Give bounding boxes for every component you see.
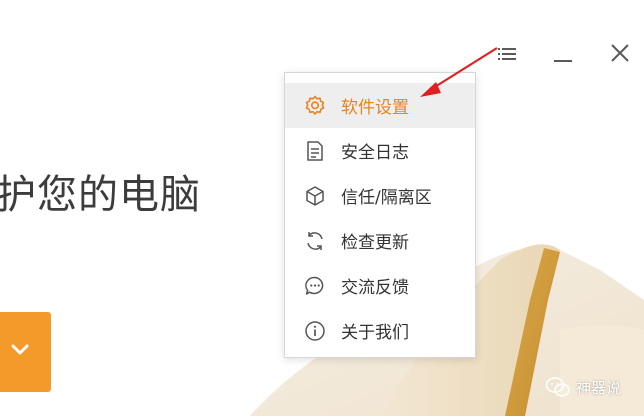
gear-icon xyxy=(303,94,327,118)
menu-list-icon xyxy=(493,40,521,68)
cube-icon xyxy=(303,184,327,208)
close-icon xyxy=(606,40,634,68)
menu-item-label: 安全日志 xyxy=(341,143,409,163)
menu-item-trust-quarantine[interactable]: 信任/隔离区 xyxy=(285,173,475,218)
menu-item-label: 软件设置 xyxy=(341,98,409,118)
menu-item-label: 交流反馈 xyxy=(341,278,409,298)
info-icon xyxy=(303,319,327,343)
app-window: 护您的电脑 软件设置 安全日志 信任/隔离区 检查更新 交流反馈 关于我们 神器… xyxy=(0,0,644,416)
chat-bubble-icon xyxy=(303,274,327,298)
menu-item-security-log[interactable]: 安全日志 xyxy=(285,128,475,173)
document-icon xyxy=(303,139,327,163)
page-headline: 护您的电脑 xyxy=(0,172,201,218)
expand-button[interactable] xyxy=(0,312,51,392)
watermark-text: 神器说 xyxy=(576,378,622,397)
menu-item-label: 信任/隔离区 xyxy=(341,188,432,208)
close-button[interactable] xyxy=(606,40,634,68)
wechat-icon xyxy=(545,376,571,398)
menu-item-software-settings[interactable]: 软件设置 xyxy=(285,83,475,128)
settings-dropdown-menu: 软件设置 安全日志 信任/隔离区 检查更新 交流反馈 关于我们 xyxy=(284,72,476,358)
menu-list-button[interactable] xyxy=(493,40,521,68)
menu-item-check-updates[interactable]: 检查更新 xyxy=(285,218,475,263)
watermark: 神器说 xyxy=(545,376,621,398)
refresh-icon xyxy=(303,229,327,253)
minimize-icon xyxy=(549,40,577,68)
menu-item-label: 检查更新 xyxy=(341,233,409,253)
minimize-button[interactable] xyxy=(549,40,577,68)
menu-item-feedback[interactable]: 交流反馈 xyxy=(285,263,475,308)
menu-item-about-us[interactable]: 关于我们 xyxy=(285,308,475,353)
menu-item-label: 关于我们 xyxy=(341,323,409,343)
